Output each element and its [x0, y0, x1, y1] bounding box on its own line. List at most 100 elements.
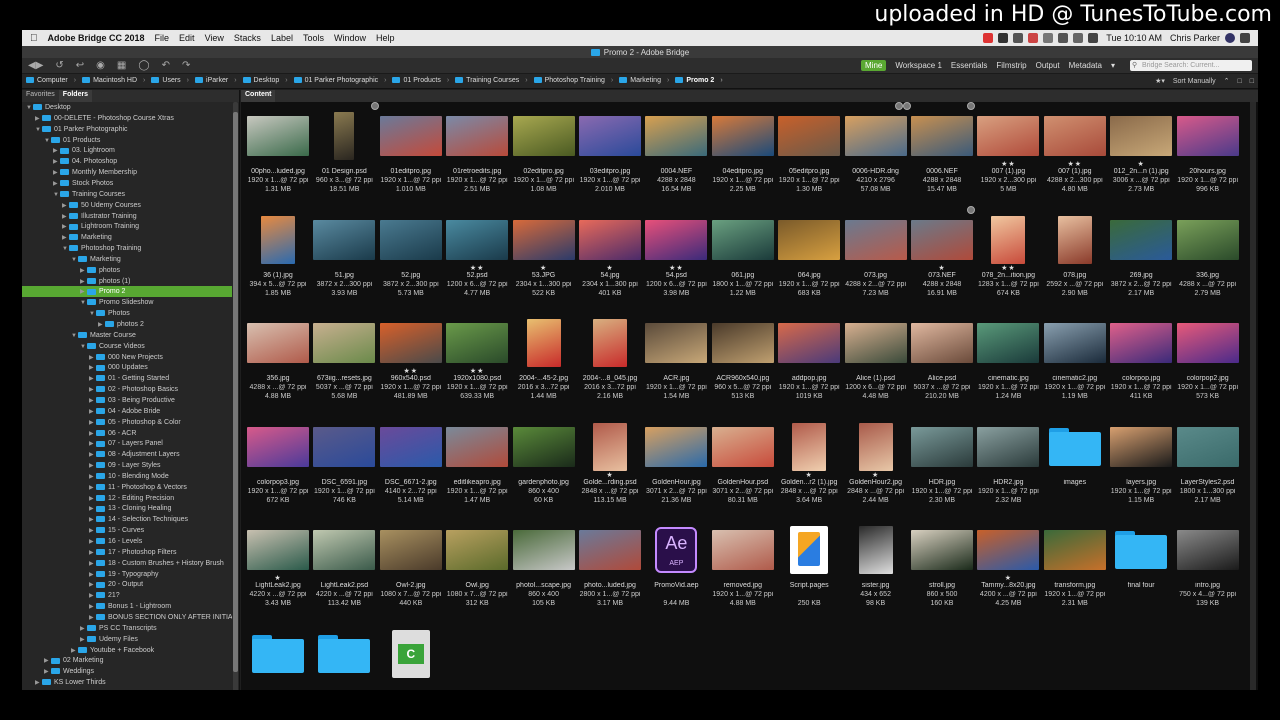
scrollbar-thumb[interactable] [233, 112, 238, 672]
tree-item[interactable]: ▶ BONUS SECTION ONLY AFTER INITIA [22, 612, 232, 623]
thumbnail-image-area[interactable] [1176, 319, 1239, 367]
collapsed-triangle-icon[interactable]: ▶ [89, 353, 96, 363]
collapsed-triangle-icon[interactable]: ▶ [89, 472, 96, 482]
thumbnail-image-area[interactable] [778, 422, 840, 471]
file-thumbnail[interactable]: ★★ 960x540.psd 1920 x 1...@ 72 ppi 481.89 M… [378, 313, 444, 416]
file-thumbnail[interactable]: LayerStyles2.psd 1800 x 1...300 ppi 2.17 M… [1175, 417, 1241, 520]
thumbnail-image-area[interactable] [247, 526, 309, 574]
expanded-triangle-icon[interactable]: ▼ [80, 342, 87, 352]
file-thumbnail[interactable]: 36 (1).jpg 394 x 5...@ 72 ppi 1.85 MB [245, 210, 311, 313]
wifi-icon[interactable] [1058, 33, 1069, 43]
file-thumbnail[interactable]: GoldenHour.psd 3071 x 2...@ 72 ppi 80.31 M… [710, 417, 776, 520]
tab-favorites[interactable]: Favorites [22, 90, 59, 102]
file-thumbnail[interactable]: editlikeapro.jpg 1920 x 1...@ 72 ppi 1.47 … [444, 417, 510, 520]
file-thumbnail[interactable]: Alice (1).psd 1200 x 6...@ 72 ppi 4.48 MB [843, 313, 909, 416]
file-thumbnail[interactable]: ★ GoldenHour2.jpg 2848 x ...@ 72 ppi 2.44 M… [843, 417, 909, 520]
collapsed-triangle-icon[interactable]: ▶ [80, 635, 87, 645]
collapsed-triangle-icon[interactable]: ▶ [62, 222, 69, 232]
file-thumbnail[interactable]: HDR2.jpg 1920 x 1...@ 72 ppi 2.32 MB [975, 417, 1041, 520]
folders-scrollbar[interactable] [233, 102, 238, 690]
stack-badge-icon[interactable] [967, 102, 975, 110]
file-thumbnail[interactable]: addpop.jpg 1920 x 1...@ 72 ppi 1019 KB [776, 313, 842, 416]
menu-window[interactable]: Window [334, 33, 366, 43]
file-thumbnail[interactable]: 04editpro.jpg 1920 x 1...@ 72 ppi 2.25 MB [710, 106, 776, 209]
collapsed-triangle-icon[interactable]: ▶ [89, 429, 96, 439]
expanded-triangle-icon[interactable]: ▼ [89, 309, 96, 319]
tab-content[interactable]: Content [241, 90, 276, 102]
battery-icon[interactable] [1088, 33, 1099, 43]
file-thumbnail[interactable]: ★ LightLeak2.jpg 4220 x ...@ 72 ppi 3.43 MB [245, 520, 311, 623]
breadcrumb-item[interactable]: Promo 2 › [675, 77, 728, 84]
collapsed-triangle-icon[interactable]: ▶ [89, 504, 96, 514]
file-thumbnail[interactable]: ★ Golde...rding.psd 2848 x ...@ 72 ppi 113.… [577, 417, 643, 520]
tree-item[interactable]: ▶ 18 - Custom Brushes + History Brush [22, 558, 232, 569]
thumbnail-image-area[interactable] [1044, 215, 1106, 264]
collapsed-triangle-icon[interactable]: ▶ [62, 201, 69, 211]
tree-item[interactable]: ▶ 09 - Layer Styles [22, 460, 232, 471]
file-thumbnail[interactable]: removed.jpg 1920 x 1...@ 72 ppi 4.88 MB [710, 520, 776, 623]
tree-item[interactable]: ▶ 04 - Adobe Bride [22, 406, 232, 417]
collapsed-triangle-icon[interactable]: ▶ [71, 646, 78, 656]
file-thumbnail[interactable]: colorpop3.jpg 1920 x 1...@ 72 ppi 672 KB [245, 417, 311, 520]
collapsed-triangle-icon[interactable]: ▶ [80, 624, 87, 634]
thumbnail-image-area[interactable] [977, 319, 1040, 367]
dropbox-icon[interactable] [998, 33, 1009, 43]
file-thumbnail[interactable]: intro.jpg 750 x 4...@ 72 ppi 139 KB [1175, 520, 1241, 623]
collapsed-triangle-icon[interactable]: ▶ [89, 418, 96, 428]
volume-icon[interactable] [1073, 33, 1084, 43]
sort-direction-icon[interactable]: ⌃ [1224, 77, 1230, 85]
record-icon[interactable] [983, 33, 994, 43]
tree-item[interactable]: ▶ Lightroom Training [22, 221, 232, 232]
file-thumbnail[interactable]: 05editpro.jpg 1920 x 1...@ 72 ppi 1.30 MB [776, 106, 842, 209]
breadcrumb-item[interactable]: Training Courses › [455, 77, 533, 84]
thumbnail-image-area[interactable] [1043, 112, 1106, 160]
tree-item[interactable]: ▶ 19 - Typography [22, 569, 232, 580]
tree-item[interactable]: ▶ Udemy Files [22, 634, 232, 645]
tree-item[interactable]: ▼ Master Course [22, 330, 232, 341]
tree-item[interactable]: ▶ 00-DELETE - Photoshop Course Xtras [22, 113, 232, 124]
collapsed-triangle-icon[interactable]: ▶ [80, 266, 87, 276]
file-thumbnail[interactable]: gardenphoto.jpg 860 x 400 60 KB [511, 417, 577, 520]
tree-item[interactable]: ▶ photos (1) [22, 276, 232, 287]
tree-item[interactable]: ▶ 03. Lightroom [22, 145, 232, 156]
tree-item[interactable]: ▶ 000 Updates [22, 362, 232, 373]
file-thumbnail[interactable]: 01editpro.jpg 1920 x 1...@ 72 ppi 1.010 MB [378, 106, 444, 209]
file-thumbnail[interactable]: photo...luded.jpg 2800 x 1...@ 72 ppi 3.17… [577, 520, 643, 623]
back-arrow-icon[interactable]: ◀▶ [28, 60, 43, 71]
thumbnail-image-area[interactable]: C [380, 629, 442, 678]
file-thumbnail[interactable]: ACR960x540.jpg 960 x 5...@ 72 ppi 513 KB [710, 313, 776, 416]
expanded-triangle-icon[interactable]: ▼ [71, 255, 78, 265]
spotlight-icon[interactable] [1225, 33, 1235, 43]
thumbnail-image-area[interactable] [313, 216, 376, 264]
collapsed-triangle-icon[interactable]: ▶ [89, 439, 96, 449]
thumbnail-image-area[interactable] [379, 216, 442, 264]
file-thumbnail[interactable]: 2004-...45-2.jpg 2016 x 3...72 ppi 1.44 MB [511, 313, 577, 416]
file-thumbnail[interactable]: 20hours.jpg 1920 x 1...@ 72 ppi 996 KB [1175, 106, 1241, 209]
thumbnail-image-area[interactable] [977, 423, 1040, 471]
thumbnail-image-area[interactable] [645, 423, 708, 471]
tree-item[interactable]: ▼ Promo Slideshow [22, 297, 232, 308]
collapsed-triangle-icon[interactable]: ▶ [44, 656, 51, 666]
file-thumbnail[interactable]: Script.pages 250 KB [776, 520, 842, 623]
file-thumbnail[interactable]: final four [1108, 520, 1174, 623]
file-thumbnail[interactable]: 01 Design.psd 960 x 3...@ 72 ppi 18.51 MB [311, 106, 377, 209]
thumbnail-image-area[interactable] [1043, 526, 1106, 574]
thumbnail-image-area[interactable] [1110, 112, 1173, 160]
thumbnail-image-area[interactable] [778, 526, 840, 574]
creative-cloud-icon[interactable] [1028, 33, 1039, 43]
thumbnail-image-area[interactable] [446, 112, 509, 160]
bridge-search-input[interactable]: ⚲ Bridge Search: Current... [1130, 60, 1252, 71]
thumbnail-image-area[interactable] [711, 112, 774, 160]
breadcrumb-item[interactable]: Computer › [26, 77, 82, 84]
tree-item[interactable]: ▶ 03 - Being Productive [22, 395, 232, 406]
expanded-triangle-icon[interactable]: ▼ [26, 103, 33, 113]
thumbnail-image-area[interactable] [711, 423, 774, 471]
collapsed-triangle-icon[interactable]: ▶ [35, 114, 42, 124]
thumbnail-image-area[interactable] [645, 216, 708, 264]
tree-item[interactable]: ▶ Promo 2 [22, 286, 232, 298]
file-thumbnail[interactable]: 51.jpg 3872 x 2...300 ppi 3.93 MB [311, 210, 377, 313]
collapsed-triangle-icon[interactable]: ▶ [89, 483, 96, 493]
tree-item[interactable]: ▶ Monthly Membership [22, 167, 232, 178]
tree-item[interactable]: ▶ Stock Photos [22, 178, 232, 189]
collapsed-triangle-icon[interactable]: ▶ [89, 548, 96, 558]
